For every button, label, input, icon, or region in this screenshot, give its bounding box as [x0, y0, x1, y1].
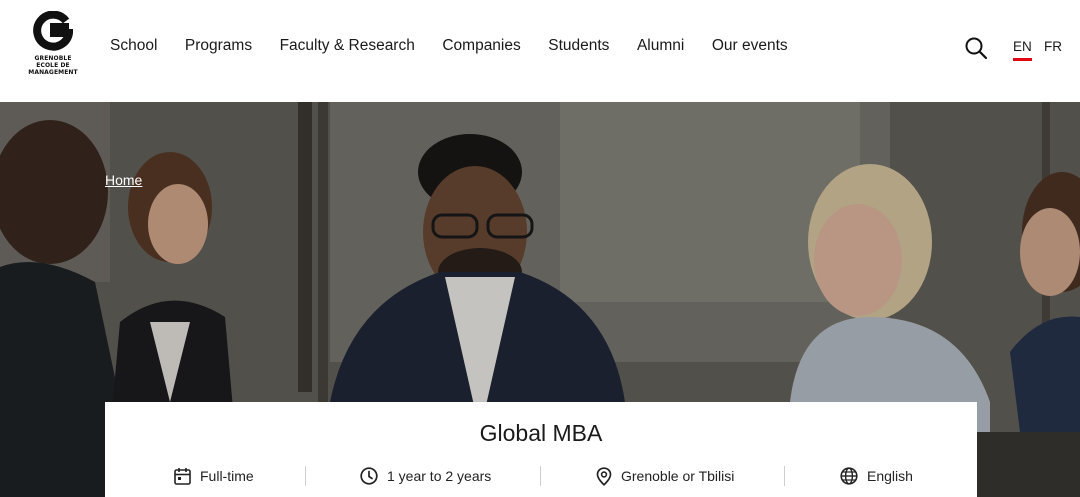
nav-item-companies[interactable]: Companies	[442, 37, 520, 55]
g-logo-icon	[33, 11, 73, 51]
globe-icon	[840, 467, 858, 485]
nav-item-faculty-research[interactable]: Faculty & Research	[280, 37, 415, 55]
fact-divider	[540, 466, 541, 486]
clock-icon	[360, 467, 378, 485]
location-pin-icon	[596, 466, 612, 486]
nav-item-alumni[interactable]: Alumni	[637, 37, 684, 55]
nav-item-our-events[interactable]: Our events	[712, 37, 788, 55]
logo-wordmark: GRENOBLE ECOLE DE MANAGEMENT	[26, 55, 80, 76]
fact-language: English	[840, 464, 913, 488]
program-card: Global MBA Full-time 1 year to 2 years G…	[105, 402, 977, 497]
breadcrumb-home[interactable]: Home	[105, 172, 142, 188]
language-en[interactable]: EN	[1013, 39, 1032, 61]
logo-line: MANAGEMENT	[28, 69, 78, 76]
fact-location: Grenoble or Tbilisi	[596, 464, 734, 488]
site-header: GRENOBLE ECOLE DE MANAGEMENT School Prog…	[0, 0, 1080, 102]
language-fr[interactable]: FR	[1044, 39, 1062, 54]
program-facts: Full-time 1 year to 2 years Grenoble or …	[105, 464, 977, 488]
fact-location-text: Grenoble or Tbilisi	[621, 468, 735, 484]
fact-divider	[784, 466, 785, 486]
search-icon[interactable]	[964, 36, 988, 60]
fact-divider	[305, 466, 306, 486]
logo-line: ECOLE DE	[36, 62, 70, 69]
logo-line: GRENOBLE	[34, 55, 72, 62]
calendar-icon	[174, 468, 191, 485]
grenoble-logo[interactable]: GRENOBLE ECOLE DE MANAGEMENT	[26, 11, 80, 79]
nav-item-students[interactable]: Students	[548, 37, 609, 55]
nav-item-programs[interactable]: Programs	[185, 37, 252, 55]
fact-language-text: English	[867, 468, 913, 484]
fact-duration-text: 1 year to 2 years	[387, 468, 492, 484]
nav-item-school[interactable]: School	[110, 37, 157, 55]
fact-duration: 1 year to 2 years	[360, 464, 491, 488]
fact-format-text: Full-time	[200, 468, 254, 484]
main-nav: School Programs Faculty & Research Compa…	[110, 37, 815, 55]
fact-format: Full-time	[174, 464, 254, 488]
program-title: Global MBA	[479, 420, 603, 446]
